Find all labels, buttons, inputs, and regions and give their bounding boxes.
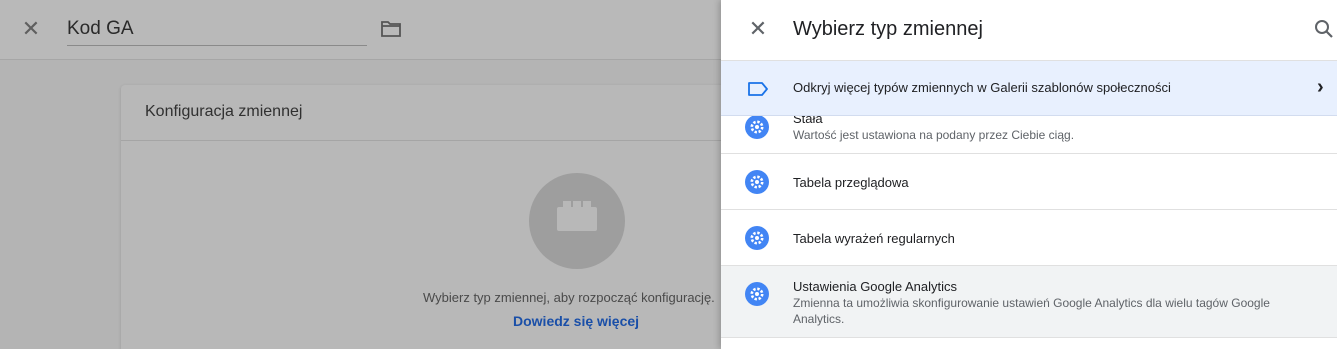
variable-editor-backdrop: ✕ Kod GA Konfiguracja zmiennej Wybierz t… xyxy=(0,0,741,349)
learn-more-link[interactable]: Dowiedz się więcej xyxy=(513,313,639,329)
panel-close-icon[interactable]: ✕ xyxy=(747,18,769,40)
list-item-constant[interactable]: Stała Wartość jest ustawiona na podany p… xyxy=(721,116,1337,154)
item-title: Tabela przeglądowa xyxy=(793,175,909,190)
list-item-lookup-table[interactable]: Tabela przeglądowa xyxy=(721,154,1337,210)
editor-header: ✕ Kod GA xyxy=(0,0,721,60)
variable-type-placeholder[interactable] xyxy=(529,173,625,269)
search-icon[interactable] xyxy=(1313,18,1335,40)
chevron-right-icon: › xyxy=(1317,76,1324,98)
building-block-icon xyxy=(557,201,597,231)
gear-icon xyxy=(745,116,769,139)
item-description: Wartość jest ustawiona na podany przez C… xyxy=(793,128,1075,142)
community-gallery-row[interactable]: Odkryj więcej typów zmiennych w Galerii … xyxy=(721,61,1337,116)
gear-icon xyxy=(745,282,769,306)
gallery-label: Odkryj więcej typów zmiennych w Galerii … xyxy=(793,80,1171,95)
variable-configuration-card: Konfiguracja zmiennej Wybierz typ zmienn… xyxy=(121,85,741,349)
variable-name-underline xyxy=(67,45,367,46)
item-title: Stała xyxy=(793,116,823,126)
gear-icon xyxy=(745,226,769,250)
variable-name-input[interactable]: Kod GA xyxy=(67,18,134,40)
panel-header: ✕ Wybierz typ zmiennej xyxy=(721,0,1337,61)
variable-type-list: Stała Wartość jest ustawiona na podany p… xyxy=(721,116,1337,349)
gear-icon xyxy=(745,170,769,194)
item-description: Zmienna ta umożliwia skonfigurowanie ust… xyxy=(793,296,1270,326)
variable-type-panel: ✕ Wybierz typ zmiennej Odkryj więcej typ… xyxy=(721,0,1337,349)
card-divider xyxy=(121,140,741,141)
tag-icon xyxy=(748,82,768,96)
item-title: Ustawienia Google Analytics xyxy=(793,279,958,294)
list-item-ga-settings[interactable]: Ustawienia Google Analytics Zmienna ta u… xyxy=(721,266,1337,338)
folder-icon[interactable] xyxy=(380,19,402,39)
list-item-regex-table[interactable]: Tabela wyrażeń regularnych xyxy=(721,210,1337,266)
panel-title: Wybierz typ zmiennej xyxy=(793,18,983,40)
card-hint: Wybierz typ zmiennej, aby rozpocząć konf… xyxy=(423,290,715,305)
card-title: Konfiguracja zmiennej xyxy=(145,103,303,120)
editor-close-icon[interactable]: ✕ xyxy=(20,18,42,40)
item-title: Tabela wyrażeń regularnych xyxy=(793,231,955,246)
